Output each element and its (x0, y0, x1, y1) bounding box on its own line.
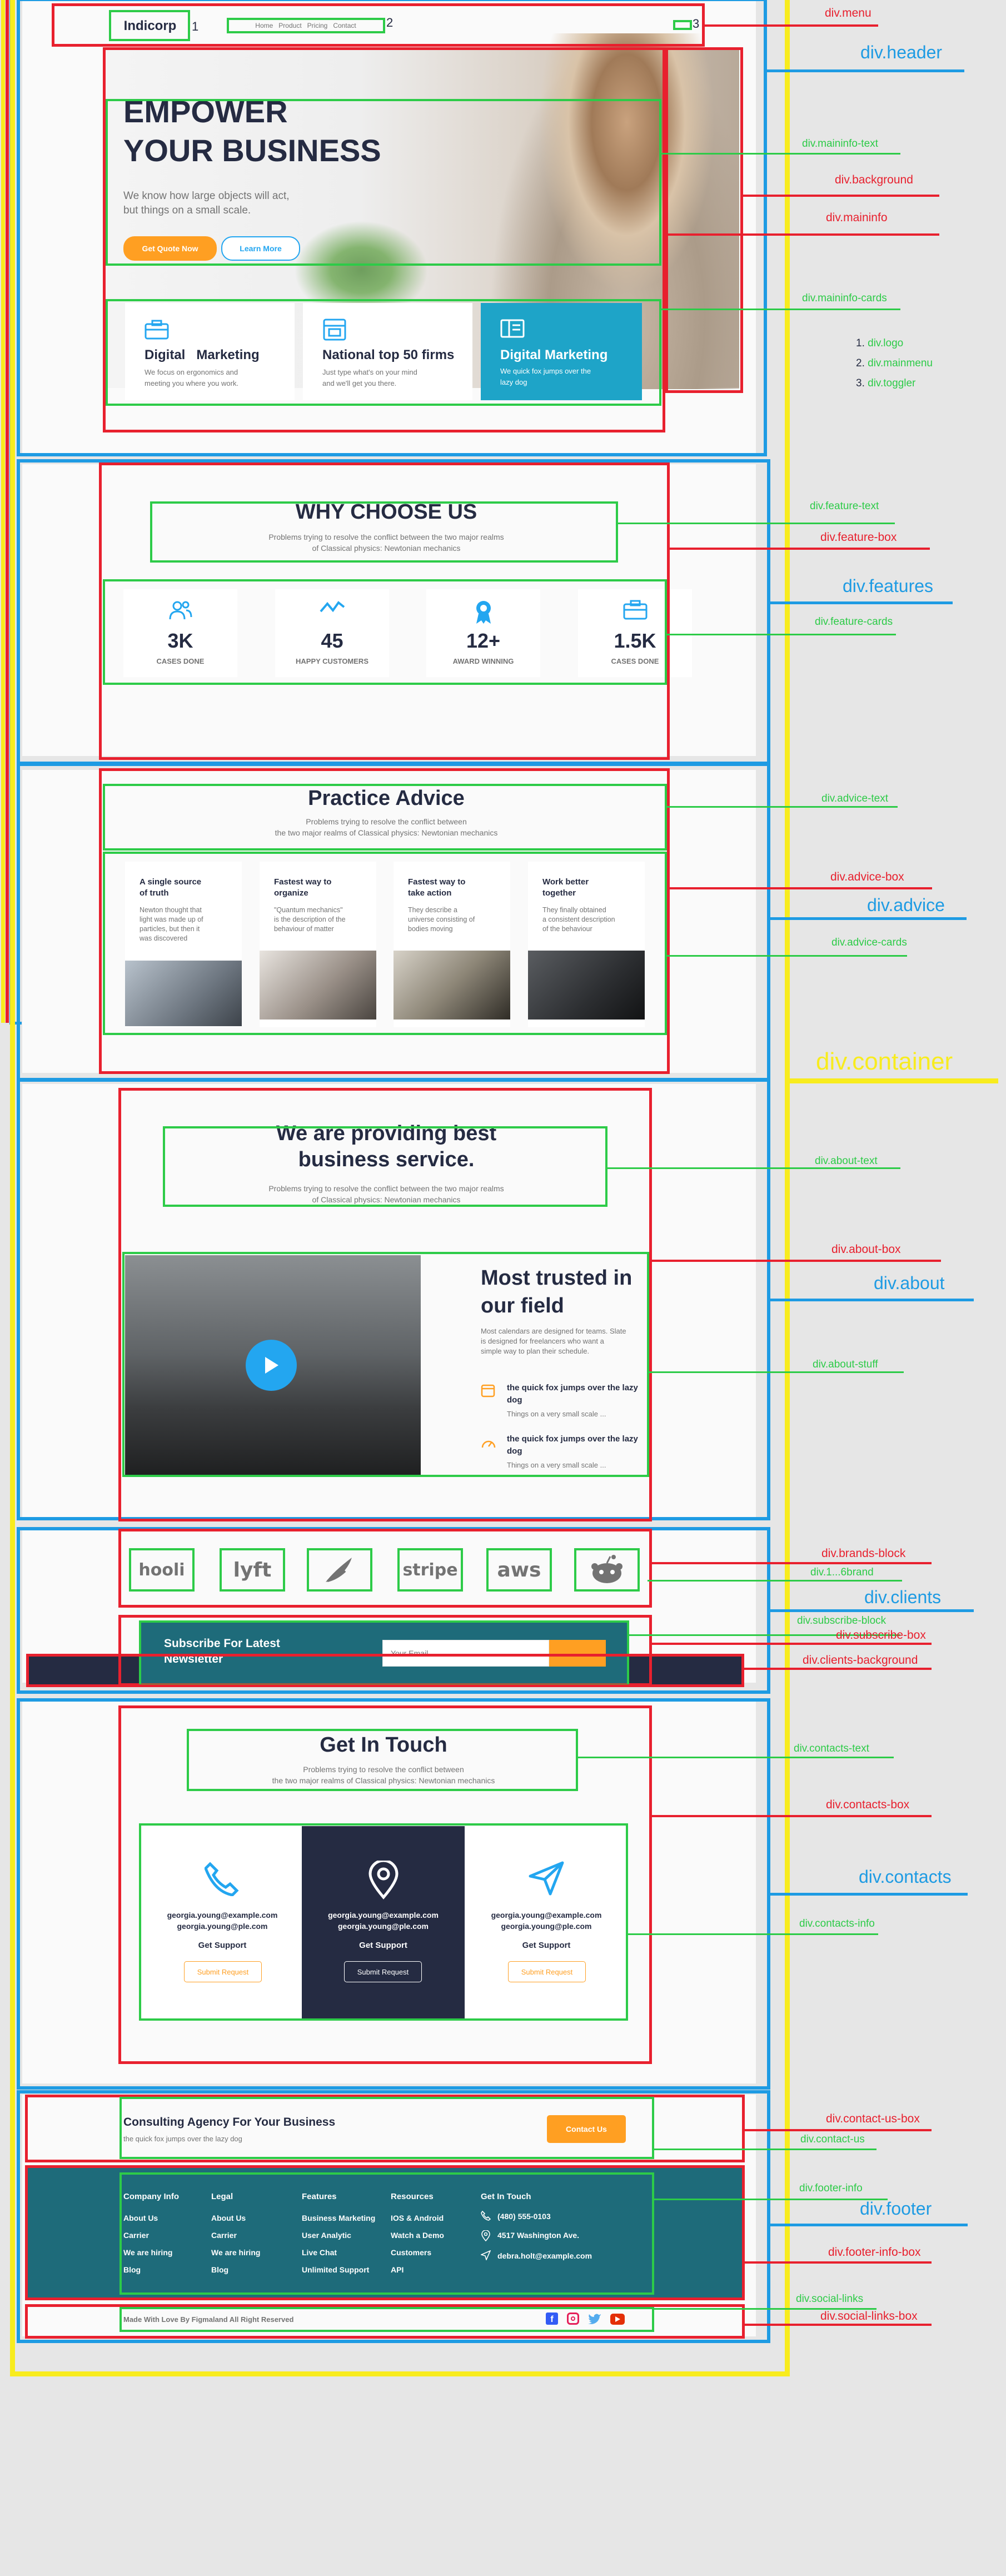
advice-box-label: div.advice-box (830, 871, 904, 883)
brands-block-label: div.brands-block (821, 1547, 906, 1560)
footer-info-label: div.footer-info (799, 2182, 863, 2194)
contacts-box-leader (652, 1815, 932, 1817)
about-leader (770, 1299, 974, 1301)
background-label: div.background (835, 173, 913, 186)
mainmenu-outline (227, 18, 385, 33)
legend-item-2: 2. div.mainmenu (856, 357, 933, 369)
advice-box-leader (670, 887, 932, 889)
social-links-outline (119, 2307, 654, 2332)
logo-outline (109, 10, 190, 41)
clients-background-label: div.clients-background (803, 1654, 918, 1667)
contacts-info-label: div.contacts-info (799, 1918, 875, 1929)
about-stuff-outline (122, 1252, 649, 1477)
footer-info-box-label: div.footer-info-box (828, 2246, 921, 2259)
contacts-box-label: div.contacts-box (826, 1798, 910, 1811)
header-label: div.header (860, 42, 943, 62)
legend-item-1: 1. div.logo (856, 337, 904, 349)
about-label: div.about (874, 1273, 945, 1293)
left-yellow-line (1, 0, 5, 1023)
contact-us-box-label: div.contact-us-box (826, 2112, 920, 2125)
contacts-label: div.contacts (859, 1867, 952, 1887)
maininfo-label: div.maininfo (826, 211, 888, 224)
advice-leader (770, 917, 967, 920)
social-links-box-label: div.social-links-box (820, 2310, 918, 2323)
about-text-label: div.about-text (815, 1155, 878, 1167)
container-leader (790, 1078, 998, 1083)
feature-text-leader (618, 523, 895, 524)
social-links-label: div.social-links (796, 2293, 864, 2305)
legend-list: 1. div.logo 2. div.mainmenu 3. div.toggl… (856, 334, 933, 394)
features-leader (770, 601, 953, 604)
footer-leader (770, 2224, 968, 2226)
maininfo-cards-outline (106, 299, 661, 406)
feature-box-label: div.feature-box (820, 531, 897, 544)
advice-label: div.advice (867, 895, 945, 915)
advice-text-leader (667, 806, 898, 808)
footer-label: div.footer (860, 2199, 932, 2219)
advice-cards-outline (103, 852, 667, 1035)
advice-text-outline (103, 784, 667, 851)
feature-cards-label: div.feature-cards (815, 616, 893, 628)
left-red-line (6, 0, 9, 1023)
features-label: div.features (843, 576, 934, 596)
maininfo-text-leader (661, 153, 900, 155)
toggler-outline (673, 20, 692, 30)
background-leader (743, 195, 939, 197)
header-leader (767, 69, 964, 72)
menu-label: div.menu (825, 7, 871, 19)
maininfo-cards-leader (661, 309, 900, 310)
subscribe-box-leader (652, 1643, 932, 1645)
subscribe-box-label: div.subscribe-box (836, 1629, 926, 1642)
contact-us-leader (654, 2149, 876, 2150)
about-box-leader (652, 1260, 941, 1262)
contact-us-box-leader (745, 2129, 932, 2131)
brand-label: div.1...6brand (810, 1567, 874, 1578)
feature-cards-leader (667, 634, 896, 635)
brand-leader (648, 1580, 902, 1582)
maininfo-cards-label: div.maininfo-cards (802, 292, 887, 304)
contacts-text-outline (187, 1729, 578, 1791)
about-box-label: div.about-box (831, 1243, 901, 1256)
contact-us-outline (119, 2097, 654, 2159)
feature-text-outline (150, 501, 618, 563)
maininfo-text-label: div.maininfo-text (802, 138, 878, 150)
feature-cards-outline (103, 579, 667, 685)
maininfo-leader (665, 233, 939, 236)
footer-info-box-leader (745, 2261, 932, 2264)
menu-leader (705, 24, 878, 27)
footer-info-leader (654, 2199, 888, 2200)
container-label: div.container (816, 1048, 953, 1075)
footer-info-outline (119, 2172, 654, 2295)
clients-background-outline (26, 1654, 744, 1687)
legend-item-3: 3. div.toggler (856, 377, 916, 389)
advice-text-label: div.advice-text (821, 793, 889, 804)
contacts-text-leader (578, 1757, 894, 1758)
clients-leader (770, 1609, 974, 1612)
social-links-box-leader (745, 2324, 932, 2326)
about-stuff-label: div.about-stuff (813, 1359, 878, 1370)
brands-block-outline (118, 1529, 652, 1608)
brands-block-leader (652, 1562, 932, 1564)
feature-text-label: div.feature-text (810, 500, 879, 512)
clients-background-leader (744, 1668, 932, 1670)
contacts-leader (770, 1893, 968, 1896)
about-text-outline (163, 1126, 607, 1207)
clients-label: div.clients (864, 1587, 942, 1607)
contact-us-label: div.contact-us (800, 2134, 865, 2145)
about-stuff-leader (649, 1371, 904, 1373)
advice-cards-label: div.advice-cards (831, 937, 907, 948)
maininfo-text-outline (106, 99, 661, 266)
about-text-leader (607, 1167, 900, 1169)
contacts-info-leader (628, 1933, 878, 1935)
advice-cards-leader (667, 955, 907, 957)
contacts-text-label: div.contacts-text (794, 1743, 869, 1754)
subscribe-block-label: div.subscribe-block (797, 1615, 887, 1627)
background-outline (665, 47, 743, 393)
feature-box-leader (670, 548, 930, 550)
contacts-info-outline (139, 1823, 628, 2021)
